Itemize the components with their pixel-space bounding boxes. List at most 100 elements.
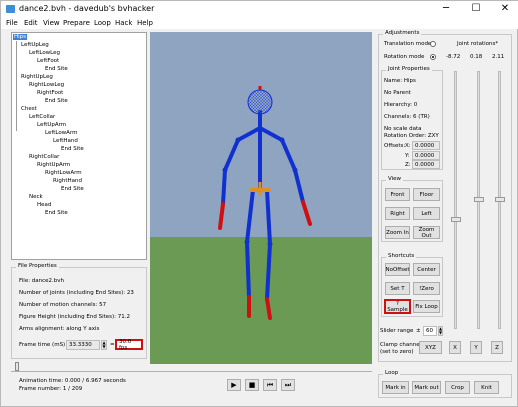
translation-mode-radio[interactable] [430, 41, 436, 47]
clamp-xyz-button[interactable]: XYZ [419, 341, 442, 354]
channel-count: Number of motion channels: 57 [19, 302, 107, 308]
joint-rotations-label: Joint rotations* [457, 41, 499, 47]
figure-height: Figure Height (including End Sites): 71.… [19, 314, 131, 320]
menu-prepare[interactable]: Prepare [63, 17, 90, 29]
menu-file[interactable]: File [6, 17, 18, 29]
menu-help[interactable]: Help [137, 17, 153, 29]
floor-view-button[interactable]: Floor [413, 188, 440, 201]
menu-hack[interactable]: Hack [115, 17, 132, 29]
knit-button[interactable]: Knit [474, 381, 499, 394]
zoom-in-button[interactable]: Zoom In [385, 226, 410, 239]
close-button[interactable]: ✕ [491, 1, 518, 17]
joint-tree[interactable]: Hips LeftUpLeg LeftLowLeg LeftFoot End S… [11, 32, 147, 260]
app-icon [6, 5, 15, 13]
bone-left-collar [236, 126, 262, 142]
fps-field: 30.0 fps [115, 339, 143, 351]
nooffset-button[interactable]: NoOffset [385, 263, 410, 276]
tree-node[interactable]: End Site [61, 186, 84, 192]
tree-node[interactable]: Head [37, 202, 51, 208]
menu-view[interactable]: View [43, 17, 60, 29]
rotation-mode-label: Rotation mode [384, 54, 425, 60]
center-button[interactable]: Center [413, 263, 440, 276]
tree-node[interactable]: Chest [21, 106, 37, 112]
rotation-z-thumb[interactable] [495, 197, 505, 202]
mark-out-button[interactable]: Mark out [412, 381, 441, 394]
joint-channels: Channels: 6 (TR) [384, 114, 430, 120]
right-foot [265, 297, 272, 320]
tree-node[interactable]: RightLowArm [45, 170, 82, 176]
offset-z-field[interactable]: 0.0000 [412, 160, 440, 169]
clamp-y-button[interactable]: Y [470, 341, 482, 354]
3d-viewport[interactable] [150, 32, 372, 364]
tree-node[interactable]: End Site [45, 210, 68, 216]
play-button[interactable]: ▶ [227, 379, 241, 391]
slider-range-spinner[interactable]: ▲ ▼ [438, 326, 443, 336]
tree-node[interactable]: RightLowLeg [29, 82, 64, 88]
timeline-thumb[interactable] [15, 362, 19, 371]
tree-node[interactable]: LeftLowArm [45, 130, 77, 136]
rotation-y-thumb[interactable] [474, 197, 484, 202]
arms-alignment: Arms alignment: along Y axis [19, 326, 100, 332]
menu-edit[interactable]: Edit [24, 17, 38, 29]
joint-name: Name: Hips [384, 78, 416, 84]
tree-node-hips[interactable]: Hips [13, 34, 28, 40]
bone-right-lowarm [293, 168, 305, 204]
joint-hierarchy: Hierarchy: 0 [384, 102, 418, 108]
tree-node[interactable]: RightFoot [37, 90, 63, 96]
head-sphere [247, 89, 273, 115]
tree-node[interactable]: LeftCollar [29, 114, 55, 120]
bone-left-uparm [223, 138, 240, 172]
rotation-x-slider[interactable] [454, 71, 457, 329]
tree-node[interactable]: LeftUpArm [37, 122, 66, 128]
view-panel: View Front Floor Right Left Zoom In Zoom… [381, 176, 443, 242]
frame-time-spinner[interactable]: ▲ ▼ [101, 340, 107, 350]
tree-node[interactable]: End Site [45, 66, 68, 72]
frame-time-input[interactable]: 33.3330 [66, 340, 100, 350]
mark-in-button[interactable]: Mark in [382, 381, 409, 394]
sample-button[interactable]: ?Sample [384, 299, 411, 314]
adjustments-title: Adjustments [383, 30, 422, 36]
joint-properties-title: Joint Properties [386, 66, 432, 72]
timeline-slider[interactable] [11, 362, 372, 372]
tree-node[interactable]: End Site [45, 98, 68, 104]
clamp-z-button[interactable]: Z [491, 341, 503, 354]
front-view-button[interactable]: Front [385, 188, 410, 201]
tree-node[interactable]: RightCollar [29, 154, 59, 160]
tree-node[interactable]: RightUpArm [37, 162, 70, 168]
izero-button[interactable]: !Zero [413, 282, 440, 295]
clamp-x-button[interactable]: X [449, 341, 461, 354]
tree-node[interactable]: LeftHand [53, 138, 78, 144]
tree-node[interactable]: RightUpLeg [21, 74, 53, 80]
tree-node[interactable]: Neck [29, 194, 43, 200]
tree-node[interactable]: LeftUpLeg [21, 42, 49, 48]
rotation-z-value: 2.11 [492, 54, 505, 60]
left-view-button[interactable]: Left [413, 207, 440, 220]
rotation-x-thumb[interactable] [451, 217, 461, 222]
stop-button[interactable]: ■ [245, 379, 259, 391]
translation-mode-label: Translation mode [384, 41, 432, 47]
tree-node[interactable]: LeftLowLeg [29, 50, 60, 56]
zoom-out-button[interactable]: Zoom Out [413, 226, 440, 239]
minimize-button[interactable]: ─ [432, 1, 460, 17]
tree-node[interactable]: LeftFoot [37, 58, 59, 64]
previous-frame-button[interactable]: ⏮ [263, 379, 277, 391]
offset-x-field[interactable]: 0.0000 [412, 141, 440, 150]
set-t-button[interactable]: Set T [385, 282, 410, 295]
joint-scale: No scale data [384, 126, 422, 132]
maximize-button[interactable]: ☐ [462, 1, 490, 17]
tree-node[interactable]: RightHand [53, 178, 82, 184]
right-hand [301, 200, 312, 226]
slider-range-input[interactable]: 60 [423, 326, 437, 336]
menu-loop[interactable]: Loop [94, 17, 111, 29]
offsets-label: Offsets: [384, 143, 406, 149]
right-view-button[interactable]: Right [385, 207, 410, 220]
next-frame-button[interactable]: ⏭ [281, 379, 295, 391]
tree-node[interactable]: End Site [61, 146, 84, 152]
app-window: dance2.bvh - davedub's bvhacker ─ ☐ ✕ Fi… [0, 0, 518, 407]
rotation-mode-radio[interactable] [430, 54, 436, 60]
fix-loop-button[interactable]: Fix Loop [413, 300, 440, 313]
bone-left-lowarm [221, 168, 227, 206]
offset-y-field[interactable]: 0.0000 [412, 151, 440, 160]
crop-button[interactable]: Crop [445, 381, 470, 394]
bone-left-lowleg [245, 240, 251, 299]
